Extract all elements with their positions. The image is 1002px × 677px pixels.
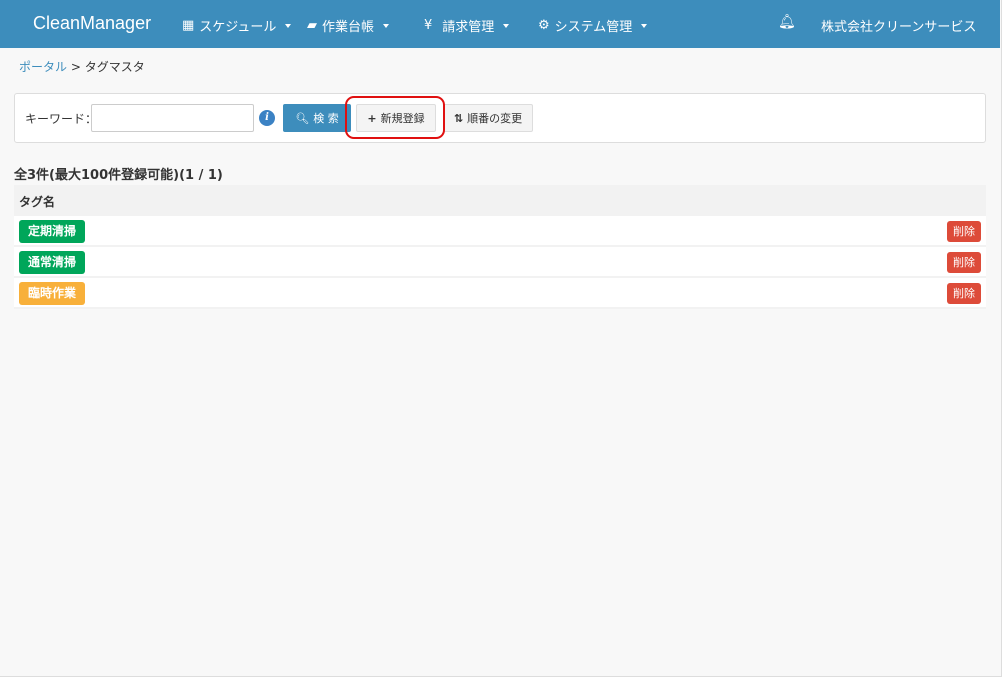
search-panel: キーワード： i 🔍︎ 検 索 + 新規登録 ⇅ 順番の変更 bbox=[14, 93, 986, 143]
tag-label[interactable]: 通常清掃 bbox=[19, 251, 86, 274]
delete-button[interactable]: 削除 bbox=[947, 252, 981, 273]
top-navbar: CleanManager ▦ スケジュール ▰ 作業台帳 ¥ 請求管理 ⚙ システム管理… bbox=[0, 0, 1000, 48]
keyword-input[interactable] bbox=[91, 104, 254, 132]
table-row: 通常清掃 削除 bbox=[14, 247, 986, 278]
result-count: 全3件(最大100件登録可能)(1 / 1) bbox=[14, 168, 223, 183]
search-button[interactable]: 🔍︎ 検 索 bbox=[283, 104, 351, 132]
delete-button[interactable]: 削除 bbox=[947, 221, 981, 242]
search-icon: 🔍︎ bbox=[295, 111, 310, 125]
tag-table: タグ名 定期清掃 削除 通常清掃 削除 臨時作業 削除 bbox=[14, 185, 986, 309]
column-header-tag-name: タグ名 bbox=[14, 185, 986, 216]
info-icon[interactable]: i bbox=[259, 110, 275, 126]
table-row: 定期清掃 削除 bbox=[14, 216, 986, 247]
caret-icon bbox=[641, 23, 648, 28]
menu-work-ledger[interactable]: ▰ 作業台帳 bbox=[307, 16, 390, 35]
tag-label[interactable]: 臨時作業 bbox=[19, 282, 86, 305]
calendar-icon: ▦ bbox=[182, 18, 195, 33]
delete-button[interactable]: 削除 bbox=[947, 283, 981, 304]
breadcrumb-current: タグマスタ bbox=[84, 60, 145, 74]
bell-icon[interactable]: 🔔︎ bbox=[778, 14, 796, 30]
menu-billing[interactable]: ¥ 請求管理 bbox=[424, 16, 510, 35]
change-order-button[interactable]: ⇅ 順番の変更 bbox=[443, 104, 533, 132]
gears-icon: ⚙ bbox=[538, 18, 550, 33]
caret-icon bbox=[383, 23, 390, 28]
book-icon: ▰ bbox=[307, 18, 317, 33]
caret-icon bbox=[503, 23, 510, 28]
brand-logo[interactable]: CleanManager bbox=[33, 13, 151, 34]
caret-icon bbox=[285, 23, 292, 28]
keyword-label: キーワード： bbox=[25, 112, 98, 126]
tag-label[interactable]: 定期清掃 bbox=[19, 220, 86, 243]
yen-icon: ¥ bbox=[424, 18, 433, 33]
menu-system[interactable]: ⚙ システム管理 bbox=[538, 16, 648, 35]
breadcrumb-portal[interactable]: ポータル bbox=[19, 60, 67, 74]
highlight-annotation bbox=[345, 96, 445, 139]
menu-schedule[interactable]: ▦ スケジュール bbox=[182, 16, 292, 35]
breadcrumb: ポータル > タグマスタ bbox=[19, 60, 145, 74]
sort-icon: ⇅ bbox=[453, 111, 464, 125]
company-menu[interactable]: 株式会社クリーンサービス bbox=[821, 16, 976, 35]
table-row: 臨時作業 削除 bbox=[14, 278, 986, 309]
